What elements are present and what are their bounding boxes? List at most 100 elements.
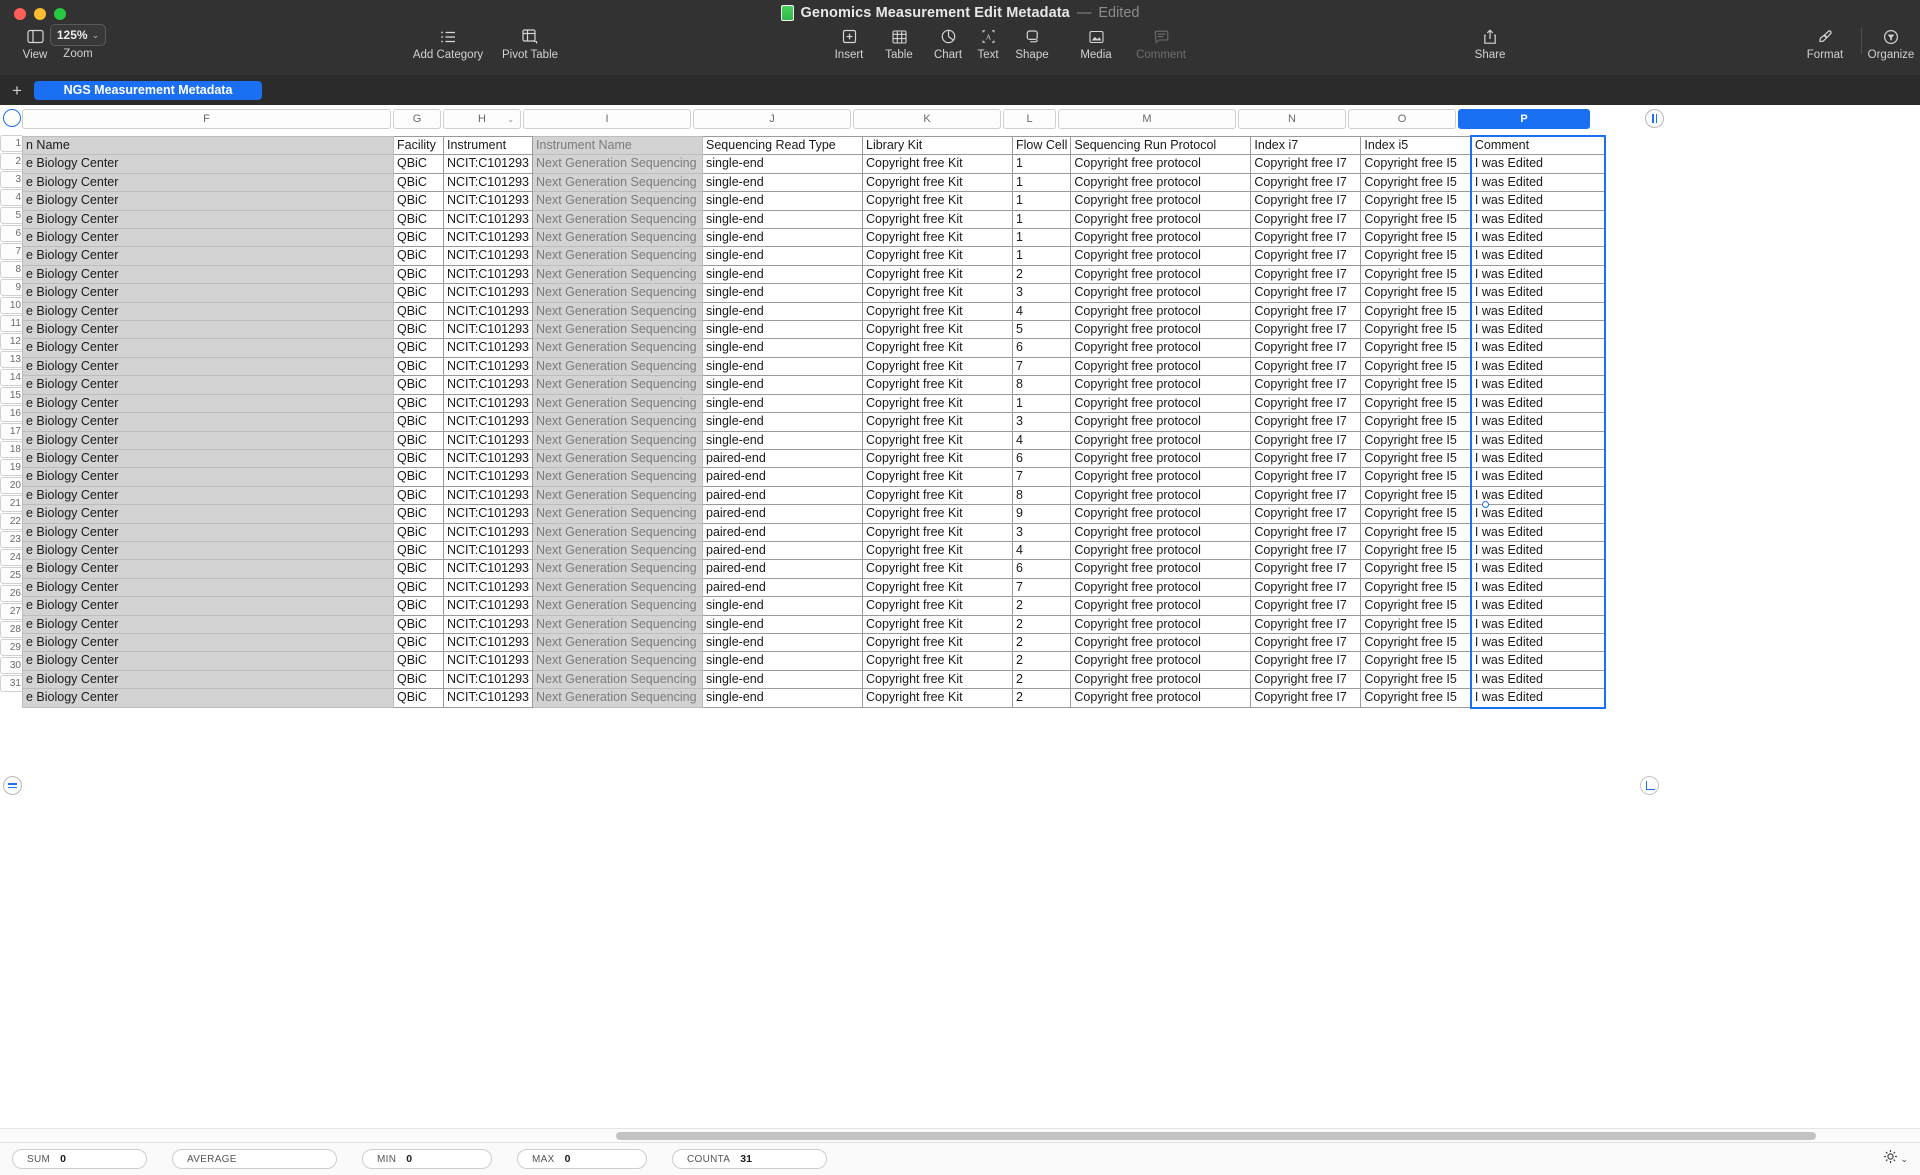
cell-F[interactable]: e Biology Center (23, 560, 394, 578)
cell-M[interactable]: Copyright free protocol (1071, 652, 1251, 670)
column-header-h[interactable]: H⌄ (443, 109, 521, 129)
cell-H[interactable]: NCIT:C101293 (444, 468, 533, 486)
cell-I[interactable]: Next Generation Sequencing (533, 210, 703, 228)
table-row[interactable]: e Biology CenterQBiCNCIT:C101293Next Gen… (23, 597, 1605, 615)
cell-P[interactable]: I was Edited (1471, 155, 1605, 173)
cell-I[interactable]: Next Generation Sequencing (533, 486, 703, 504)
row-header-20[interactable]: 20 (0, 477, 24, 494)
cell-M[interactable]: Copyright free protocol (1071, 155, 1251, 173)
cell-F[interactable]: e Biology Center (23, 597, 394, 615)
cell-N[interactable]: Copyright free I7 (1251, 468, 1361, 486)
cell-I[interactable]: Next Generation Sequencing (533, 321, 703, 339)
maximize-window-button[interactable] (54, 8, 66, 20)
cell-K[interactable]: Copyright free Kit (863, 449, 1013, 467)
pivot-table-button[interactable]: Pivot Table (485, 26, 575, 61)
cell-N[interactable]: Copyright free I7 (1251, 578, 1361, 596)
cell-F[interactable]: e Biology Center (23, 321, 394, 339)
cell-J[interactable]: paired-end (703, 486, 863, 504)
cell-L[interactable]: 6 (1013, 560, 1071, 578)
column-header-k[interactable]: K (853, 109, 1001, 129)
cell-F[interactable]: e Biology Center (23, 302, 394, 320)
row-header-10[interactable]: 10 (0, 297, 24, 314)
table-row[interactable]: e Biology CenterQBiCNCIT:C101293Next Gen… (23, 449, 1605, 467)
cell-I[interactable]: Next Generation Sequencing (533, 339, 703, 357)
cell-O[interactable]: Copyright free I5 (1361, 192, 1471, 210)
cell-G[interactable]: QBiC (394, 376, 444, 394)
cell-O[interactable]: Copyright free I5 (1361, 321, 1471, 339)
cell-F[interactable]: e Biology Center (23, 357, 394, 375)
cell-M[interactable]: Copyright free protocol (1071, 633, 1251, 651)
cell-M[interactable]: Copyright free protocol (1071, 376, 1251, 394)
cell-G[interactable]: QBiC (394, 689, 444, 708)
cell-F[interactable]: e Biology Center (23, 523, 394, 541)
cell-G[interactable]: QBiC (394, 247, 444, 265)
cell-G[interactable]: QBiC (394, 321, 444, 339)
cell-F[interactable]: e Biology Center (23, 670, 394, 688)
cell-P[interactable]: I was Edited (1471, 523, 1605, 541)
cell-J[interactable]: single-end (703, 615, 863, 633)
cell-O[interactable]: Copyright free I5 (1361, 578, 1471, 596)
share-button[interactable]: Share (1460, 26, 1520, 61)
cell-H[interactable]: NCIT:C101293 (444, 597, 533, 615)
cell-L[interactable]: 7 (1013, 578, 1071, 596)
table-row[interactable]: e Biology CenterQBiCNCIT:C101293Next Gen… (23, 578, 1605, 596)
cell-L[interactable]: 2 (1013, 633, 1071, 651)
cell-P[interactable]: I was Edited (1471, 192, 1605, 210)
cell-L[interactable]: 3 (1013, 523, 1071, 541)
cell-I[interactable]: Next Generation Sequencing (533, 265, 703, 283)
cell-K[interactable]: Copyright free Kit (863, 523, 1013, 541)
row-header-7[interactable]: 7 (0, 243, 24, 260)
row-header-1[interactable]: 1 (0, 135, 24, 152)
cell-L[interactable]: 4 (1013, 541, 1071, 559)
cell-G[interactable]: QBiC (394, 431, 444, 449)
cell-N[interactable]: Copyright free I7 (1251, 247, 1361, 265)
cell-G[interactable]: QBiC (394, 670, 444, 688)
cell-I[interactable]: Next Generation Sequencing (533, 670, 703, 688)
cell-F[interactable]: e Biology Center (23, 339, 394, 357)
cell-N[interactable]: Copyright free I7 (1251, 652, 1361, 670)
row-header-3[interactable]: 3 (0, 171, 24, 188)
cell-P[interactable]: I was Edited (1471, 689, 1605, 708)
cell-F[interactable]: e Biology Center (23, 229, 394, 247)
table-row[interactable]: e Biology CenterQBiCNCIT:C101293Next Gen… (23, 357, 1605, 375)
row-header-26[interactable]: 26 (0, 585, 24, 602)
cell-N[interactable]: Copyright free I7 (1251, 321, 1361, 339)
settings-gear-button[interactable]: ⌄ (1883, 1149, 1908, 1169)
cell-J[interactable]: paired-end (703, 468, 863, 486)
row-header-23[interactable]: 23 (0, 531, 24, 548)
horizontal-scrollbar-thumb[interactable] (616, 1132, 1816, 1140)
cell-K[interactable]: Copyright free Kit (863, 394, 1013, 412)
cell-P[interactable]: I was Edited (1471, 615, 1605, 633)
cell-I[interactable]: Next Generation Sequencing (533, 229, 703, 247)
cell-I[interactable]: Next Generation Sequencing (533, 652, 703, 670)
cell-G[interactable]: QBiC (394, 192, 444, 210)
cell-K[interactable]: Copyright free Kit (863, 339, 1013, 357)
cell-M[interactable]: Copyright free protocol (1071, 413, 1251, 431)
cell-H[interactable]: NCIT:C101293 (444, 339, 533, 357)
cell-J[interactable]: single-end (703, 431, 863, 449)
cell-H[interactable]: NCIT:C101293 (444, 541, 533, 559)
cell-P[interactable]: I was Edited (1471, 321, 1605, 339)
cell-N[interactable]: Copyright free I7 (1251, 431, 1361, 449)
cell-J[interactable]: paired-end (703, 541, 863, 559)
format-button[interactable]: Format (1796, 26, 1854, 61)
cell-N[interactable]: Copyright free I7 (1251, 229, 1361, 247)
cell-O[interactable]: Copyright free I5 (1361, 284, 1471, 302)
cell-J[interactable]: single-end (703, 321, 863, 339)
cell-H[interactable]: NCIT:C101293 (444, 652, 533, 670)
table-row[interactable]: e Biology CenterQBiCNCIT:C101293Next Gen… (23, 486, 1605, 504)
cell-M[interactable]: Copyright free protocol (1071, 173, 1251, 191)
table-row[interactable]: e Biology CenterQBiCNCIT:C101293Next Gen… (23, 302, 1605, 320)
cell-L[interactable]: 9 (1013, 505, 1071, 523)
cell-K[interactable]: Copyright free Kit (863, 560, 1013, 578)
table-row[interactable]: e Biology CenterQBiCNCIT:C101293Next Gen… (23, 192, 1605, 210)
cell-I[interactable]: Next Generation Sequencing (533, 523, 703, 541)
cell-I[interactable]: Next Generation Sequencing (533, 394, 703, 412)
cell-H[interactable]: NCIT:C101293 (444, 321, 533, 339)
cell-G[interactable]: QBiC (394, 505, 444, 523)
cell-J[interactable]: paired-end (703, 449, 863, 467)
cell-J[interactable]: single-end (703, 339, 863, 357)
cell-F[interactable]: e Biology Center (23, 652, 394, 670)
cell-H[interactable]: NCIT:C101293 (444, 265, 533, 283)
table-row[interactable]: e Biology CenterQBiCNCIT:C101293Next Gen… (23, 468, 1605, 486)
